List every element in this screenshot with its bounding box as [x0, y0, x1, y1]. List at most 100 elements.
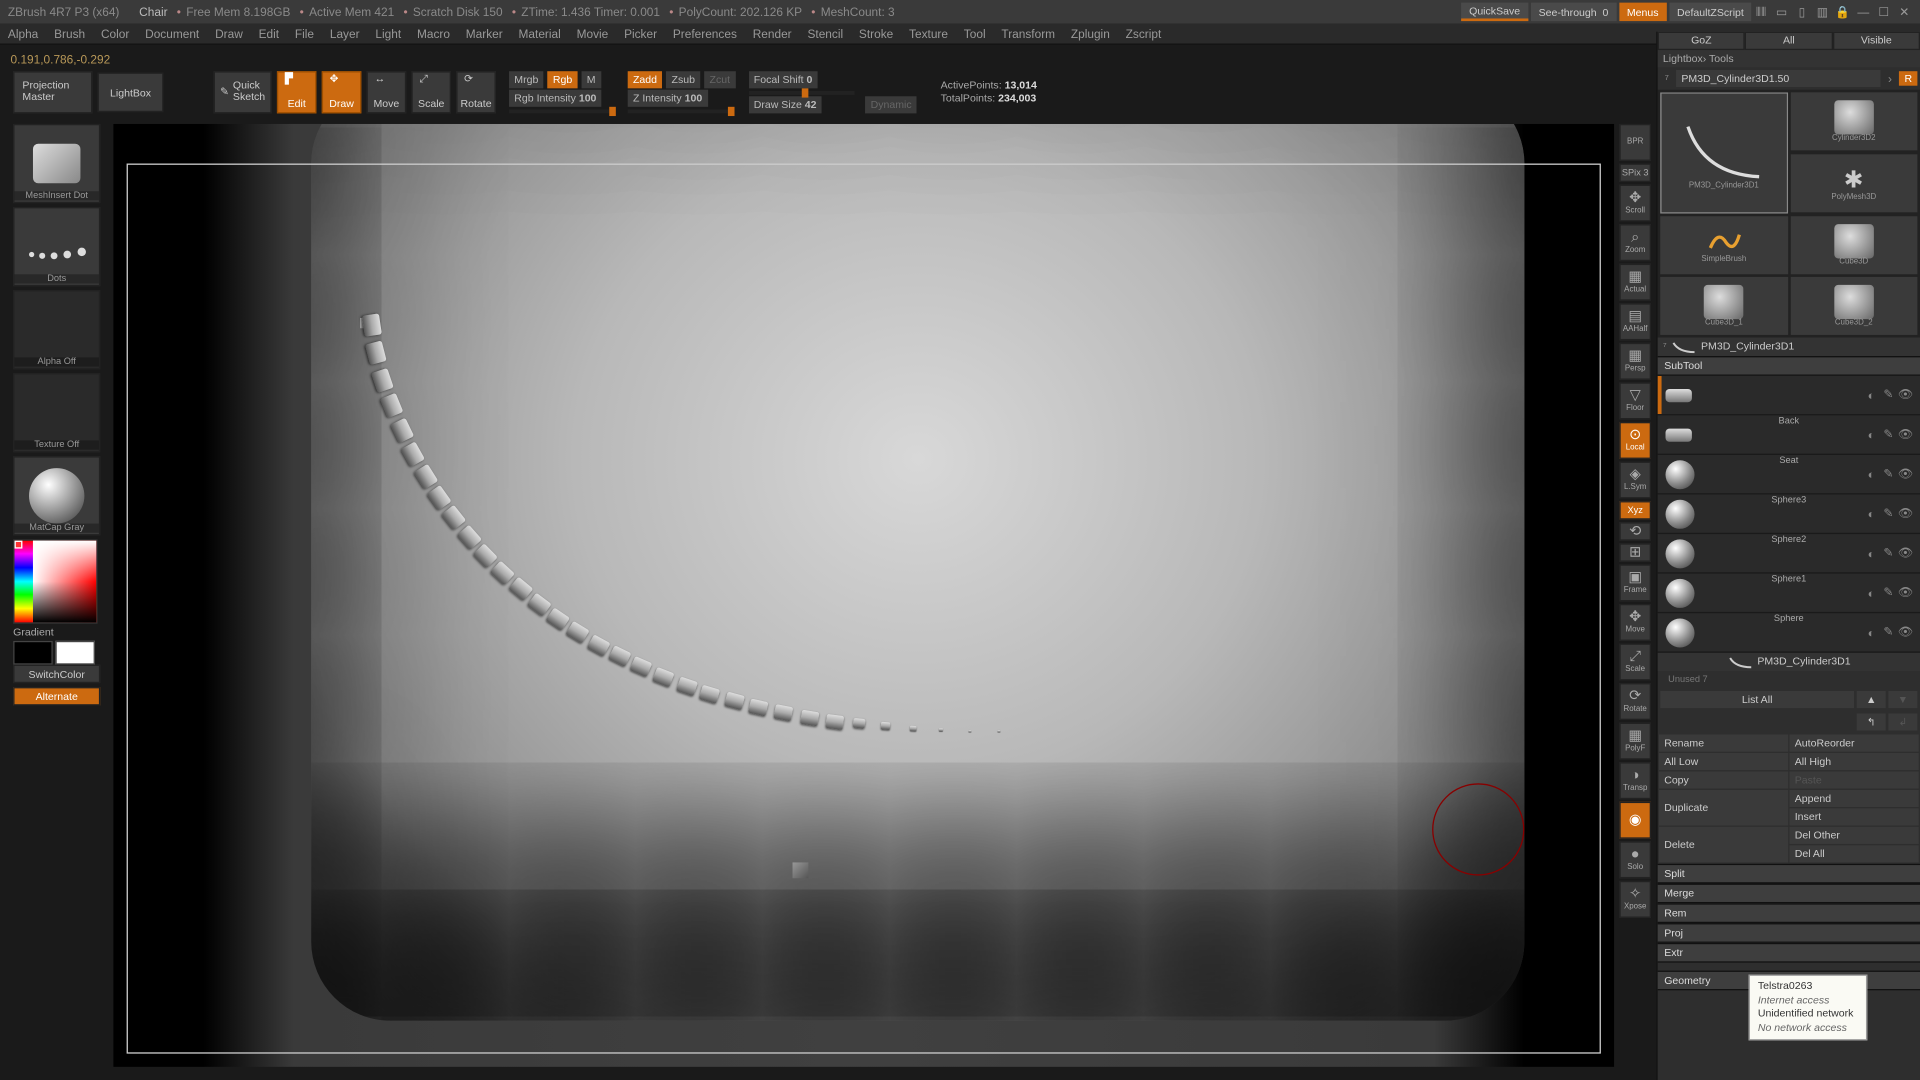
project-header[interactable]: Proj [1658, 923, 1920, 943]
tool-nav-prev[interactable]: ⁷ [1660, 72, 1673, 85]
subtool-vis-icon[interactable]: ✎ [1882, 428, 1895, 441]
menu-draw[interactable]: Draw [215, 27, 243, 40]
menu-zscript[interactable]: Zscript [1126, 27, 1162, 40]
tool-cube3d-1[interactable]: Cube3D_1 [1660, 277, 1787, 335]
del-all-button[interactable]: Del All [1789, 845, 1918, 862]
rtool-spix[interactable]: SPix 3 [1619, 164, 1651, 182]
menu-stencil[interactable]: Stencil [807, 27, 843, 40]
rtool-scale[interactable]: ⤢Scale [1619, 644, 1651, 681]
layout3-icon[interactable]: ▥ [1814, 4, 1830, 20]
subtool-item[interactable]: Sphere3◐✎👁 [1658, 495, 1920, 535]
menu-stroke[interactable]: Stroke [859, 27, 893, 40]
gradient-label[interactable]: Gradient [13, 624, 100, 641]
menu-movie[interactable]: Movie [577, 27, 609, 40]
insert-button[interactable]: Insert [1789, 808, 1918, 825]
rtool-floor[interactable]: ▽Floor [1619, 382, 1651, 419]
rtool-local[interactable]: ⊙Local [1619, 422, 1651, 459]
subtool-item[interactable]: Sphere1◐✎👁 [1658, 574, 1920, 614]
switchcolor-button[interactable]: SwitchColor [13, 665, 100, 683]
subtool-vis-icon[interactable]: ◐ [1865, 428, 1878, 441]
rtool-polyf[interactable]: ▦PolyF [1619, 723, 1651, 760]
quick-sketch-button[interactable]: ✎Quick Sketch [214, 71, 272, 113]
autoreorder-button[interactable]: AutoReorder [1789, 735, 1918, 752]
move-down-button[interactable]: ▼ [1888, 691, 1917, 708]
menu-transform[interactable]: Transform [1001, 27, 1055, 40]
rotate-button[interactable]: ⟳Rotate [456, 71, 496, 113]
duplicate-button[interactable]: Duplicate [1659, 790, 1788, 826]
subtool-vis-icon[interactable]: 👁 [1899, 547, 1912, 560]
close-icon[interactable]: ✕ [1896, 4, 1912, 20]
edit-button[interactable]: ▛Edit [277, 71, 317, 113]
rtool-persp[interactable]: ▦Persp [1619, 343, 1651, 380]
rgb-intensity-slider[interactable] [509, 109, 614, 113]
subtool-item[interactable]: Seat◐✎👁 [1658, 455, 1920, 495]
tab-visible[interactable]: Visible [1833, 32, 1920, 50]
menu-document[interactable]: Document [145, 27, 199, 40]
rtool-move[interactable]: ✥Move [1619, 604, 1651, 641]
draw-button[interactable]: ✥Draw [322, 71, 362, 113]
rename-button[interactable]: Rename [1659, 735, 1788, 752]
subtool-vis-icon[interactable]: 👁 [1899, 428, 1912, 441]
layout-icon[interactable]: ▭ [1774, 4, 1790, 20]
paste-button[interactable]: Paste [1789, 771, 1918, 788]
current-tool-name[interactable]: PM3D_Cylinder3D1.50 [1676, 70, 1881, 87]
menu-alpha[interactable]: Alpha [8, 27, 38, 40]
subtool-header[interactable]: SubTool [1658, 356, 1920, 376]
subtool-vis-icon[interactable]: ◐ [1865, 547, 1878, 560]
tool-simplebrush[interactable]: SimpleBrush [1660, 216, 1787, 274]
rtool-aahalf[interactable]: ▤AAHalf [1619, 303, 1651, 340]
all-high-button[interactable]: All High [1789, 753, 1918, 770]
menu-edit[interactable]: Edit [259, 27, 279, 40]
tool-polymesh3d[interactable]: ✱PolyMesh3D [1790, 154, 1917, 212]
alternate-button[interactable]: Alternate [13, 687, 100, 705]
viewport[interactable] [113, 124, 1614, 1067]
move-up-button[interactable]: ▲ [1857, 691, 1886, 708]
focal-shift-slider[interactable] [748, 91, 853, 95]
color-picker[interactable] [13, 539, 97, 623]
scale-button[interactable]: ⤢Scale [411, 71, 451, 113]
menus-button[interactable]: Menus [1619, 3, 1666, 21]
menu-macro[interactable]: Macro [417, 27, 450, 40]
stroke-selector[interactable]: Dots [13, 207, 100, 286]
subtool-vis-icon[interactable]: ◐ [1865, 586, 1878, 599]
zsub-button[interactable]: Zsub [666, 71, 700, 88]
menu-tool[interactable]: Tool [964, 27, 986, 40]
lightbox-button[interactable]: LightBox [98, 73, 164, 113]
menu-light[interactable]: Light [375, 27, 401, 40]
alpha-selector[interactable]: Alpha Off [13, 290, 100, 369]
menu-picker[interactable]: Picker [624, 27, 657, 40]
menu-layer[interactable]: Layer [330, 27, 360, 40]
tool-nav-next[interactable]: › [1883, 72, 1896, 85]
nav-up-button[interactable]: ↰ [1857, 713, 1886, 730]
merge-header[interactable]: Merge [1658, 884, 1920, 904]
tool-cube3d[interactable]: Cube3D [1790, 216, 1917, 274]
menu-brush[interactable]: Brush [54, 27, 85, 40]
subtool-vis-icon[interactable]: ✎ [1882, 586, 1895, 599]
z-intensity-slider[interactable] [628, 109, 733, 113]
subtool-vis-icon[interactable]: ◐ [1865, 626, 1878, 639]
subtool-vis-icon[interactable]: ✎ [1882, 507, 1895, 520]
seethrough-label[interactable]: See-through 0 [1531, 3, 1617, 21]
maximize-icon[interactable]: ☐ [1876, 4, 1892, 20]
primary-color[interactable] [55, 641, 95, 665]
menu-zplugin[interactable]: Zplugin [1071, 27, 1110, 40]
secondary-color[interactable] [13, 641, 53, 665]
rtool-scroll[interactable]: ✥Scroll [1619, 185, 1651, 222]
subtool-vis-icon[interactable]: 👁 [1899, 388, 1912, 401]
remesh-header[interactable]: Rem [1658, 903, 1920, 923]
subtool-vis-icon[interactable]: ✎ [1882, 467, 1895, 480]
material-selector[interactable]: MatCap Gray [13, 456, 100, 535]
tool-current-preview[interactable]: PM3D_Cylinder3D1 [1660, 92, 1787, 213]
lock-icon[interactable]: 🔒 [1835, 4, 1851, 20]
tool-cylinder3d2[interactable]: Cylinder3D2 [1790, 92, 1917, 150]
list-all-button[interactable]: List All [1660, 691, 1854, 708]
subtool-vis-icon[interactable]: ◐ [1865, 507, 1878, 520]
rtool-l.sym[interactable]: ◈L.Sym [1619, 462, 1651, 499]
rtool-actual[interactable]: ▦Actual [1619, 264, 1651, 301]
tool-cube3d-2[interactable]: Cube3D_2 [1790, 277, 1917, 335]
subtool-vis-icon[interactable]: 👁 [1899, 507, 1912, 520]
projection-master-button[interactable]: Projection Master [13, 71, 92, 113]
zadd-button[interactable]: Zadd [628, 71, 663, 88]
dynamic-button[interactable]: Dynamic [865, 96, 917, 113]
minimize-icon[interactable]: — [1855, 4, 1871, 20]
